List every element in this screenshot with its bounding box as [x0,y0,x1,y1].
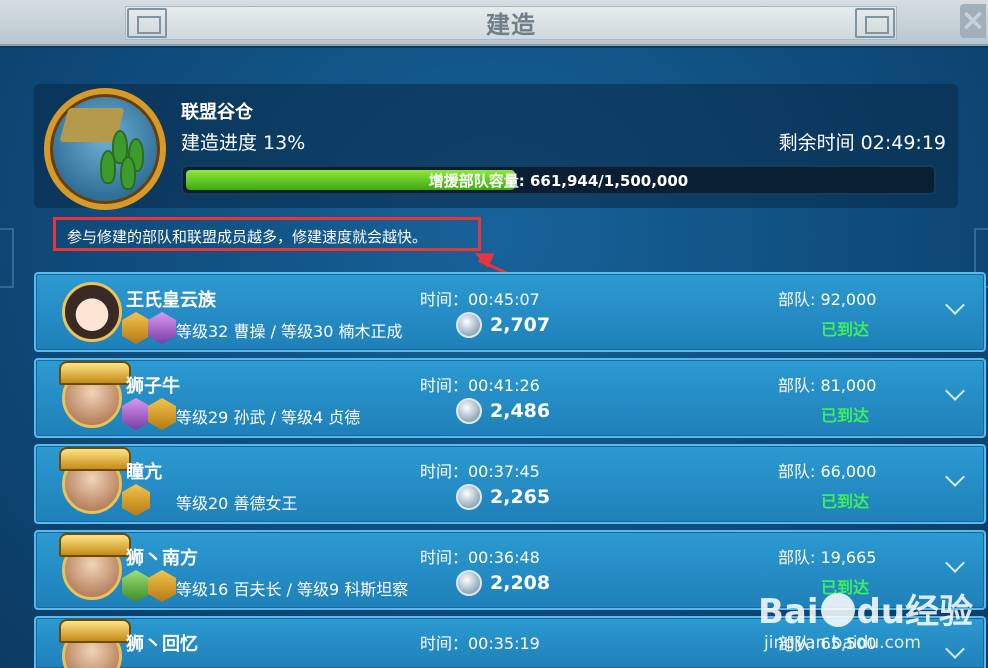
troop-count: 部队: 66,000 [778,462,877,481]
player-name: 狮丶回忆 [126,634,198,655]
crop-icon [120,156,136,190]
silver-coin-icon [456,398,482,424]
avatar[interactable] [59,533,131,600]
side-pattern-left [0,228,14,288]
window-title: 建造 [486,11,536,39]
march-time: 时间：00:36:48 [420,548,540,567]
silver-coin-icon [456,312,482,338]
commander-icon [122,398,150,430]
march-time: 时间：00:35:19 [420,634,540,653]
player-name: 狮丶南方 [126,548,198,569]
avatar[interactable] [59,619,131,668]
player-name: 瞳亢 [126,462,162,483]
avatar[interactable] [59,447,131,514]
time-remaining: 剩余时间 02:49:19 [778,132,946,154]
status-badge: 已到达 [821,492,870,511]
commander-icon [122,312,150,344]
resource-amount: 2,707 [490,314,551,336]
close-icon[interactable]: × [960,4,986,38]
watermark-brand-suffix: du [856,592,906,632]
march-time: 时间：00:37:45 [420,462,540,481]
capacity-label: 增援部队容量: 661,944/1,500,000 [428,172,689,190]
commander-icon [148,398,176,430]
resource-amount: 2,265 [490,486,551,508]
chevron-down-icon[interactable] [945,381,965,401]
list-item[interactable]: 狮子牛 等级29 孙武 / 等级4 贞德 时间：00:41:26 2,486 部… [34,358,986,438]
list-item[interactable]: 瞳亢 等级20 善德女王 时间：00:37:45 2,265 部队: 66,00… [34,444,986,524]
build-progress: 建造进度 13% [181,132,306,154]
crop-icon [100,150,116,184]
commander-levels: 等级20 善德女王 [176,494,298,513]
avatar[interactable] [62,282,122,342]
granary-icon [44,88,166,210]
commander-levels: 等级16 百夫长 / 等级9 科斯坦察 [176,580,409,599]
baidu-watermark: Bai du经验 jingyan.baidu.com [758,584,973,653]
watermark-brand-cn: 经验 [905,592,974,632]
march-time: 时间：00:45:07 [420,290,540,309]
chevron-down-icon[interactable] [945,467,965,487]
troop-count: 部队: 19,665 [778,548,877,567]
paw-icon [820,593,855,627]
watermark-brand: Bai [758,592,819,632]
commander-icon [122,484,150,516]
capacity-bar: 增援部队容量: 661,944/1,500,000 [181,165,936,195]
watermark-url: jingyan.baidu.com [764,633,921,653]
chevron-down-icon[interactable] [945,295,965,315]
chevron-down-icon[interactable] [945,553,965,573]
commander-levels: 等级32 曹操 / 等级30 楠木正成 [176,322,403,341]
tip-text: 参与修建的部队和联盟成员越多，修建速度就会越快。 [53,217,481,251]
resource-amount: 2,208 [490,572,551,594]
troop-count: 部队: 92,000 [778,290,877,309]
troop-count: 部队: 81,000 [778,376,877,395]
march-time: 时间：00:41:26 [420,376,540,395]
title-bar: 建造 × [0,0,988,46]
status-badge: 已到达 [821,320,870,339]
avatar[interactable] [59,361,131,428]
commander-icon [148,570,176,602]
silver-coin-icon [456,570,482,596]
list-item[interactable]: 王氏皇云族 等级32 曹操 / 等级30 楠木正成 时间：00:45:07 2,… [34,272,986,352]
status-badge: 已到达 [821,406,870,425]
resource-amount: 2,486 [490,400,551,422]
building-name: 联盟谷仓 [181,102,253,123]
commander-icon [122,570,150,602]
commander-levels: 等级29 孙武 / 等级4 贞德 [176,408,361,427]
player-name: 王氏皇云族 [126,290,216,311]
commander-icon [148,312,176,344]
player-name: 狮子牛 [126,376,180,397]
silver-coin-icon [456,484,482,510]
